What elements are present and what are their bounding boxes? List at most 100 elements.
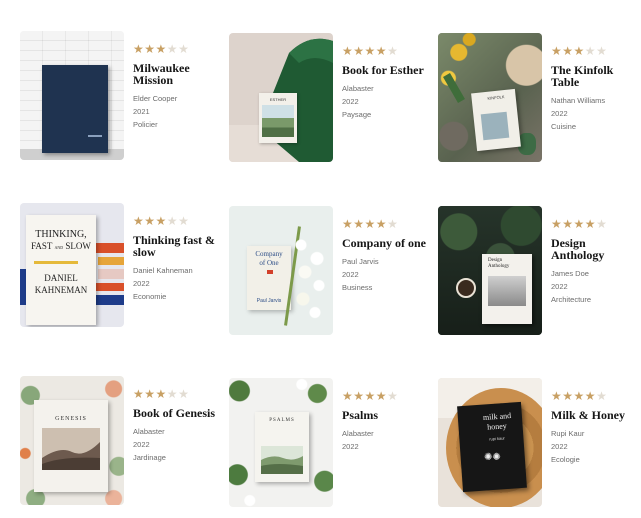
book-cover-image[interactable]: ESTHER — [229, 33, 333, 162]
star-empty-icon: ★ — [387, 389, 399, 403]
star-filled-icon: ★ — [342, 44, 354, 58]
star-filled-icon: ★ — [364, 389, 376, 403]
star-filled-icon: ★ — [155, 387, 167, 401]
book-title[interactable]: Milwaukee Mission — [133, 62, 217, 86]
book-cover-image[interactable]: PSALMS — [229, 378, 333, 507]
book-year: 2022 — [342, 270, 359, 279]
cover-author: Paul Jarvis — [256, 298, 282, 304]
star-filled-icon: ★ — [551, 44, 563, 58]
book-title[interactable]: The Kinfolk Table — [551, 64, 635, 88]
star-empty-icon: ★ — [596, 217, 608, 231]
star-filled-icon: ★ — [133, 42, 145, 56]
book-title[interactable]: Book of Genesis — [133, 407, 217, 419]
star-filled-icon: ★ — [144, 214, 156, 228]
book-year: 2022 — [342, 442, 359, 451]
book-card[interactable]: Design Anthology ★★★★★ Design Anthology … — [438, 206, 635, 335]
star-filled-icon: ★ — [573, 44, 585, 58]
star-filled-icon: ★ — [551, 217, 563, 231]
bee-icon: ✺✺ — [484, 452, 501, 463]
book-year: 2022 — [133, 440, 150, 449]
book-info: ★★★★★ Book of Genesis Alabaster 2022 Jar… — [133, 376, 217, 505]
cover-title: AND — [54, 245, 64, 250]
cover-title: of One — [259, 259, 279, 267]
rating-stars: ★★★★★ — [551, 217, 635, 231]
book-card[interactable]: KINFOLK ★★★★★ The Kinfolk Table Nathan W… — [438, 33, 635, 162]
star-filled-icon: ★ — [375, 217, 388, 231]
star-filled-icon: ★ — [353, 44, 365, 58]
book-info: ★★★★★ Book for Esther Alabaster 2022 Pay… — [342, 33, 426, 162]
star-filled-icon: ★ — [551, 389, 563, 403]
book-cover-image[interactable]: GENESIS — [20, 376, 124, 505]
star-filled-icon: ★ — [375, 44, 388, 58]
cover-title: THINKING, — [35, 229, 87, 240]
rating-stars: ★★★★★ — [551, 44, 635, 58]
book-year: 2022 — [551, 282, 568, 291]
rating-stars: ★★★★★ — [342, 44, 426, 58]
book-title[interactable]: Thinking fast & slow — [133, 234, 217, 258]
star-empty-icon: ★ — [166, 42, 179, 56]
star-empty-icon: ★ — [166, 214, 179, 228]
book-author: James Doe — [551, 269, 589, 278]
book-genre: Jardinage — [133, 453, 166, 462]
star-filled-icon: ★ — [562, 217, 574, 231]
book-title[interactable]: Design Anthology — [551, 237, 635, 261]
book-cover-image[interactable]: Design Anthology — [438, 206, 542, 335]
book-cover-image[interactable]: milk and honey rupi kaur ✺✺ — [438, 378, 542, 507]
book-card[interactable]: GENESIS ★★★★★ Book of Genesis Alabaster … — [20, 376, 217, 505]
star-filled-icon: ★ — [364, 44, 376, 58]
book-info: ★★★★★ Company of one Paul Jarvis 2022 Bu… — [342, 206, 426, 335]
book-title[interactable]: Milk & Honey — [551, 409, 635, 421]
star-empty-icon: ★ — [166, 387, 179, 401]
book-card[interactable]: ESTHER ★★★★★ Book for Esther Alabaster 2… — [229, 33, 426, 162]
book-card[interactable]: THINKING, FAST AND SLOW DANIEL KAHNEMAN … — [20, 203, 217, 327]
book-genre: Paysage — [342, 110, 372, 119]
book-card[interactable]: PSALMS ★★★★★ Psalms Alabaster 2022 — [229, 378, 426, 507]
book-cover-image[interactable]: Company of One Paul Jarvis — [229, 206, 333, 335]
book-author: Paul Jarvis — [342, 257, 379, 266]
cover-title: FAST — [31, 241, 53, 251]
book-cover-image[interactable] — [20, 31, 124, 160]
star-filled-icon: ★ — [584, 389, 597, 403]
star-filled-icon: ★ — [133, 214, 145, 228]
book-year: 2022 — [551, 109, 568, 118]
book-grid: ★★★★★ Milwaukee Mission Elder Cooper 202… — [0, 0, 641, 518]
book-cover-image[interactable]: KINFOLK — [438, 33, 542, 162]
book-year: 2021 — [133, 107, 150, 116]
star-empty-icon: ★ — [387, 217, 399, 231]
book-author: Alabaster — [342, 429, 374, 438]
book-genre: Cuisine — [551, 122, 577, 131]
book-title[interactable]: Psalms — [342, 409, 426, 421]
rating-stars: ★★★★★ — [133, 42, 217, 56]
star-filled-icon: ★ — [353, 389, 365, 403]
star-empty-icon: ★ — [596, 389, 608, 403]
star-filled-icon: ★ — [133, 387, 145, 401]
star-filled-icon: ★ — [342, 389, 354, 403]
book-year: 2022 — [551, 442, 568, 451]
star-filled-icon: ★ — [353, 217, 365, 231]
rating-stars: ★★★★★ — [342, 217, 426, 231]
book-cover-image[interactable]: THINKING, FAST AND SLOW DANIEL KAHNEMAN — [20, 203, 124, 327]
star-filled-icon: ★ — [342, 217, 354, 231]
book-card[interactable]: milk and honey rupi kaur ✺✺ ★★★★★ Milk &… — [438, 378, 635, 507]
book-info: ★★★★★ Psalms Alabaster 2022 — [342, 378, 426, 507]
star-filled-icon: ★ — [573, 217, 585, 231]
cover-title: PSALMS — [269, 418, 295, 423]
star-filled-icon: ★ — [144, 42, 156, 56]
book-info: ★★★★★ The Kinfolk Table Nathan Williams … — [551, 33, 635, 162]
book-genre: Policier — [133, 120, 158, 129]
cover-author: DANIEL — [44, 273, 78, 283]
book-author: Daniel Kahneman — [133, 266, 193, 275]
book-author: Alabaster — [133, 427, 165, 436]
book-info: ★★★★★ Thinking fast & slow Daniel Kahnem… — [133, 203, 217, 327]
book-info: ★★★★★ Design Anthology James Doe 2022 Ar… — [551, 206, 635, 335]
star-filled-icon: ★ — [562, 44, 574, 58]
rating-stars: ★★★★★ — [133, 387, 217, 401]
star-filled-icon: ★ — [375, 389, 388, 403]
book-card[interactable]: Company of One Paul Jarvis ★★★★★ Company… — [229, 206, 426, 335]
book-title[interactable]: Book for Esther — [342, 64, 426, 76]
book-genre: Architecture — [551, 295, 592, 304]
book-genre: Business — [342, 283, 373, 292]
cover-title: Company — [255, 250, 283, 258]
book-title[interactable]: Company of one — [342, 237, 426, 249]
book-card[interactable]: ★★★★★ Milwaukee Mission Elder Cooper 202… — [20, 31, 217, 160]
